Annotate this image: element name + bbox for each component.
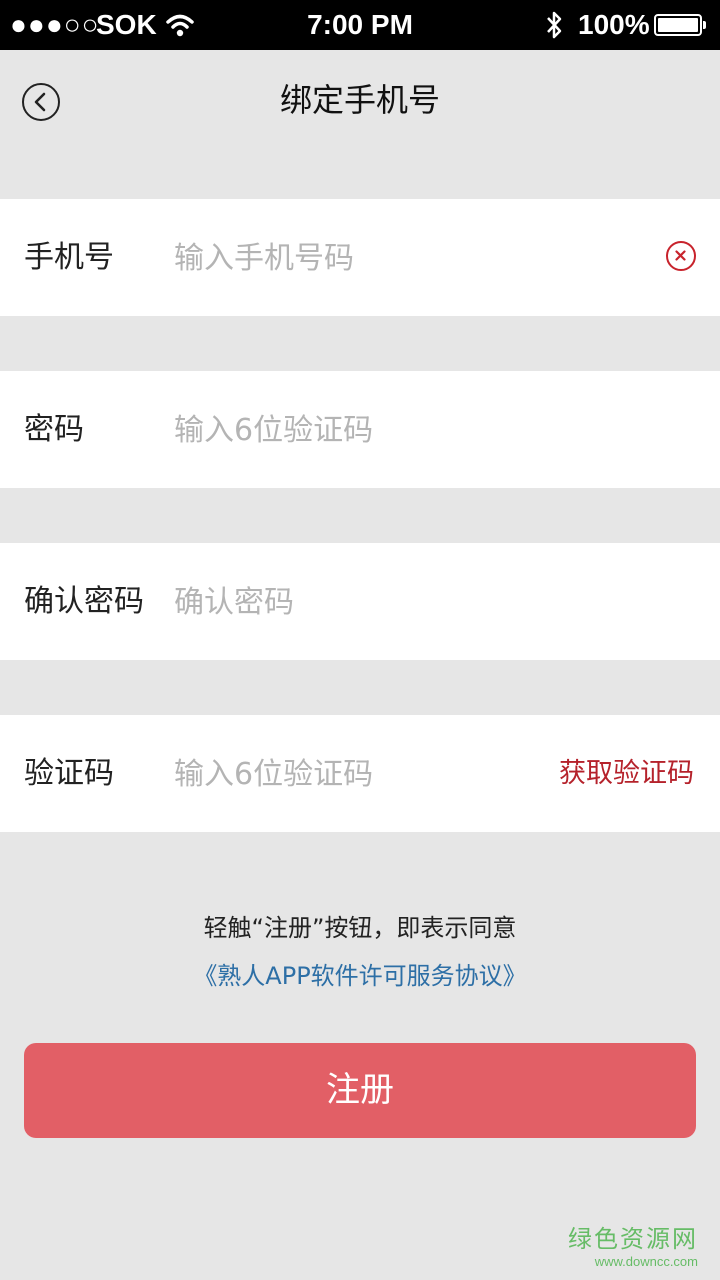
phone-row: 手机号 <box>0 199 720 316</box>
verification-label: 验证码 <box>24 756 114 791</box>
register-button[interactable]: 注册 <box>24 1043 696 1138</box>
password-input[interactable] <box>174 405 534 455</box>
page-title: 绑定手机号 <box>279 81 440 119</box>
clear-phone-button[interactable] <box>666 241 696 271</box>
watermark-logo: 绿色资源网 www.downcc.com <box>568 1224 698 1270</box>
password-label: 密码 <box>24 412 84 447</box>
agreement-link[interactable]: 《熟人APP软件许可服务协议》 <box>0 956 720 991</box>
phone-input[interactable] <box>174 233 534 283</box>
close-icon <box>675 250 686 261</box>
chevron-left-icon <box>34 92 46 112</box>
verification-code-input[interactable] <box>174 749 514 799</box>
password-row: 密码 <box>0 371 720 488</box>
confirm-password-label: 确认密码 <box>24 584 144 619</box>
agreement-notice: 轻触“注册”按钮，即表示同意 <box>203 914 517 942</box>
bluetooth-icon <box>547 11 562 39</box>
back-button[interactable] <box>22 83 60 121</box>
battery-icon <box>654 14 706 36</box>
confirm-password-input[interactable] <box>174 577 534 627</box>
get-code-button[interactable]: 获取验证码 <box>559 715 694 832</box>
watermark-title: 绿色资源网 <box>568 1225 698 1253</box>
confirm-password-row: 确认密码 <box>0 543 720 660</box>
navigation-bar: 绑定手机号 <box>0 50 720 150</box>
phone-label: 手机号 <box>24 240 114 275</box>
status-bar: ●●●○○ SOK 7:00 PM 100% <box>0 0 720 50</box>
verification-row: 验证码 获取验证码 <box>0 715 720 832</box>
watermark-url: www.downcc.com <box>594 1254 698 1269</box>
battery-percentage: 100% <box>578 9 650 40</box>
